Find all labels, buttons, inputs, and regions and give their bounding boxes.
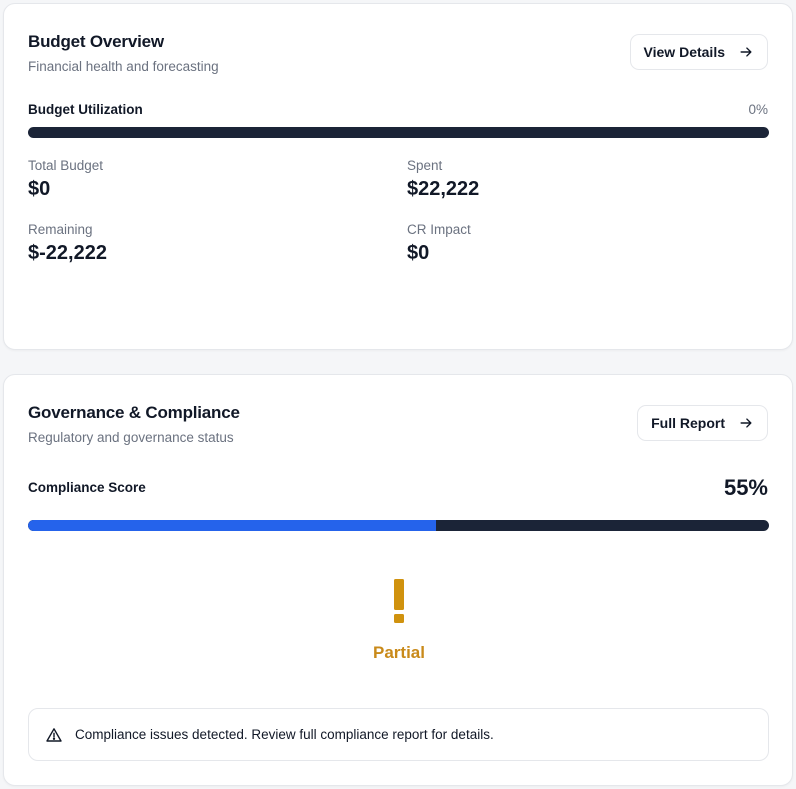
view-details-label: View Details <box>643 44 725 60</box>
warning-triangle-icon <box>46 727 62 742</box>
full-report-label: Full Report <box>651 415 725 431</box>
total-budget-value: $0 <box>28 178 51 200</box>
governance-subtitle: Regulatory and governance status <box>28 430 234 445</box>
view-details-button[interactable]: View Details <box>629 34 768 70</box>
budget-title: Budget Overview <box>28 32 164 51</box>
budget-overview-card: Budget Overview Financial health and for… <box>3 3 793 350</box>
budget-utilization-bar <box>28 127 769 138</box>
compliance-alert: Compliance issues detected. Review full … <box>28 708 769 761</box>
full-report-button[interactable]: Full Report <box>637 405 768 441</box>
compliance-status-label: Partial <box>373 643 425 662</box>
governance-compliance-card: Governance & Compliance Regulatory and g… <box>3 374 793 786</box>
budget-utilization-label: Budget Utilization <box>28 102 143 117</box>
compliance-score-bar <box>28 520 769 531</box>
exclamation-icon <box>394 579 404 623</box>
budget-subtitle: Financial health and forecasting <box>28 59 219 74</box>
spent-label: Spent <box>407 158 443 173</box>
remaining-label: Remaining <box>28 222 93 237</box>
compliance-score-percent: 55% <box>723 475 768 500</box>
compliance-alert-text: Compliance issues detected. Review full … <box>75 727 494 742</box>
arrow-right-icon <box>740 47 752 57</box>
compliance-score-fill <box>28 520 436 531</box>
budget-utilization-percent: 0% <box>748 102 768 117</box>
arrow-right-icon <box>740 418 752 428</box>
cr-impact-label: CR Impact <box>407 222 471 237</box>
cr-impact-value: $0 <box>407 242 430 264</box>
total-budget-label: Total Budget <box>28 158 104 173</box>
compliance-score-label: Compliance Score <box>28 480 146 495</box>
spent-value: $22,222 <box>407 178 480 200</box>
remaining-value: $-22,222 <box>28 242 107 264</box>
governance-title: Governance & Compliance <box>28 403 240 422</box>
